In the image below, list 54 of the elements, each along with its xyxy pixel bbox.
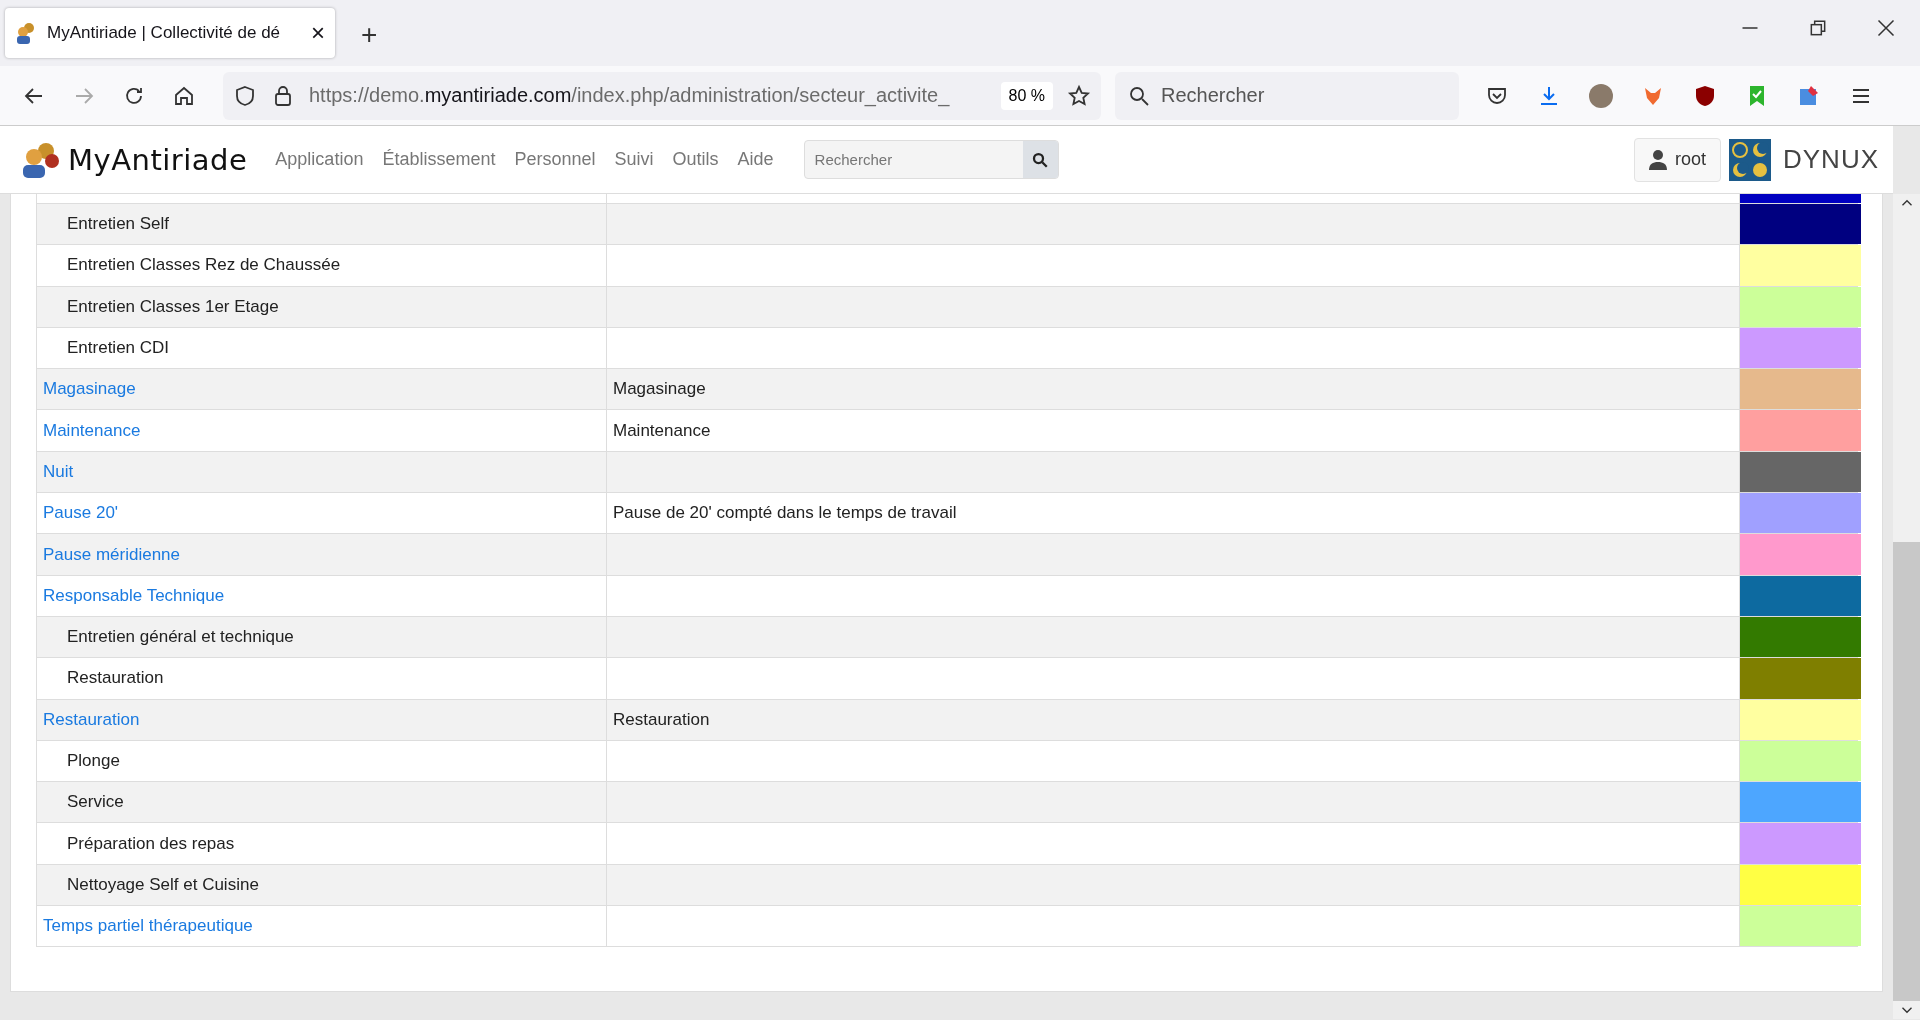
browser-search-box[interactable]: Rechercher	[1115, 71, 1459, 120]
circles-logo-icon	[1729, 138, 1771, 181]
menu-item[interactable]: Aide	[737, 149, 774, 170]
sub-activity-label: Entretien Classes 1er Etage	[67, 296, 279, 317]
profile-avatar[interactable]	[1589, 83, 1613, 108]
activity-link[interactable]: Responsable Technique	[43, 585, 225, 606]
browser-search-field[interactable]: Rechercher	[1161, 71, 1441, 120]
app-search-field[interactable]: Rechercher	[804, 141, 1023, 178]
people-logo-icon	[20, 140, 60, 179]
activity-link[interactable]: Magasinage	[43, 379, 136, 400]
sub-activity-label: Service	[67, 792, 124, 813]
sub-activity-label: Entretien Self	[67, 214, 170, 235]
description-text: Restauration	[613, 709, 710, 730]
description-text: Maintenance	[613, 420, 711, 441]
tab-title: MyAntiriade | Collectivité de dé	[47, 23, 282, 43]
app-search-box[interactable]: Rechercher	[803, 140, 1059, 179]
address-bar[interactable]: https://demo.myantiriade.com/index.php/administration/secteur_activite_ 80 %	[223, 71, 1101, 120]
close-tab-button[interactable]: ×	[311, 19, 325, 47]
sub-activity-label: Entretien Classes Rez de Chaussée	[67, 255, 341, 276]
shield-extension-icon[interactable]	[1693, 83, 1717, 108]
sub-activity-label: Restauration	[67, 668, 164, 689]
restore-icon[interactable]	[1808, 18, 1828, 38]
search-icon[interactable]	[1031, 150, 1050, 169]
activity-link[interactable]: Pause 20'	[43, 503, 119, 524]
sub-activity-label: Entretien CDI	[67, 338, 170, 359]
sub-activity-label: Préparation des repas	[67, 833, 235, 854]
people-icon	[15, 22, 37, 44]
description-text: Magasinage	[613, 379, 706, 400]
activity-link[interactable]: Nuit	[43, 461, 74, 482]
menu-item[interactable]: Application	[275, 149, 364, 170]
pin-extension-icon[interactable]	[1797, 83, 1821, 108]
sub-activity-label: Entretien général et technique	[67, 627, 294, 648]
activity-link[interactable]: Maintenance	[43, 420, 141, 441]
sub-activity-label: Nettoyage Self et Cuisine	[67, 874, 259, 895]
description-text: Pause de 20' compté dans le temps de travail	[613, 503, 957, 524]
user-icon	[1648, 149, 1667, 170]
activity-link[interactable]: Pause méridienne	[43, 544, 181, 565]
scrollbar[interactable]	[1893, 194, 1920, 1019]
sub-activity-label: Plonge	[67, 751, 120, 771]
user-button[interactable]: root	[1633, 137, 1721, 182]
menu-item[interactable]: Outils	[672, 149, 719, 170]
menu-item[interactable]: Suivi	[614, 149, 654, 170]
zoom-level-button[interactable]: 80 %	[1000, 81, 1053, 110]
app-logo-text[interactable]: MyAntiriade	[68, 142, 248, 177]
star-icon[interactable]	[1067, 83, 1091, 108]
brand-name: DYNUX	[1783, 144, 1879, 175]
close-icon[interactable]	[1876, 18, 1896, 38]
activity-link[interactable]: Restauration	[43, 709, 140, 730]
shield-icon[interactable]	[233, 83, 257, 108]
browser-tab[interactable]: MyAntiriade | Collectivité de dé ×	[5, 8, 335, 58]
new-tab-button[interactable]: +	[355, 18, 384, 52]
menu-item[interactable]: Établissement	[382, 149, 496, 170]
menu-item[interactable]: Personnel	[514, 149, 596, 170]
activity-link[interactable]: Temps partiel thérapeutique	[43, 916, 253, 937]
